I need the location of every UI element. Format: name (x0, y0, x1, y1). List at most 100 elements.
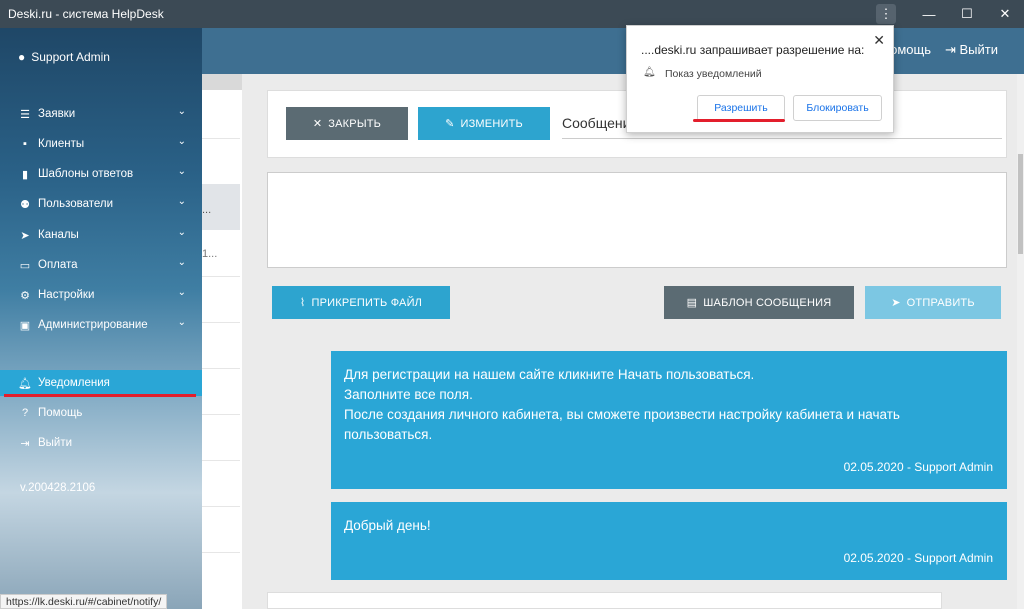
window-titlebar: Deski.ru - система HelpDesk ⋮ — ☐ ✕ (0, 0, 1024, 28)
sidebar-item-label: Пользователи (38, 198, 114, 210)
send-icon: ➤ (20, 229, 30, 242)
sidebar-item-label: Каналы (38, 229, 79, 241)
sidebar-item-payment[interactable]: ▭ Оплата ⌄ (0, 254, 202, 276)
reply-textarea[interactable] (267, 172, 1007, 268)
sidebar-item-label: Помощь (38, 407, 83, 419)
sidebar-user[interactable]: ● Support Admin (18, 50, 110, 64)
edit-ticket-button[interactable]: ✎ ИЗМЕНИТЬ (418, 107, 550, 140)
sidebar-item-settings[interactable]: ⚙ Настройки ⌄ (0, 284, 202, 306)
sidebar-item-label: Оплата (38, 259, 78, 271)
sidebar-item-label: Выйти (38, 437, 73, 449)
sidebar-item-logout[interactable]: ⇥ Выйти (0, 432, 202, 454)
sidebar-item-label: Клиенты (38, 138, 85, 150)
contact-icon: ▪ (23, 138, 27, 150)
close-ticket-button[interactable]: ✕ ЗАКРЫТЬ (286, 107, 408, 140)
page-scrollbar[interactable] (1017, 74, 1024, 609)
close-ticket-label: ЗАКРЫТЬ (328, 117, 382, 130)
browser-menu-icon[interactable]: ⋮ (876, 4, 896, 24)
message-bubble: Добрый день! 02.05.2020 - Support Admin (331, 502, 1007, 580)
list-item-text: ... (202, 204, 212, 216)
bell-icon: 🔔︎ (643, 67, 656, 78)
status-url: https://lk.deski.ru/#/cabinet/notify/ (0, 594, 168, 609)
message-meta: 02.05.2020 - Support Admin (843, 460, 993, 474)
gear-icon: ⚙ (20, 289, 30, 302)
close-icon[interactable]: ✕ (873, 32, 885, 49)
logout-icon: ⇥ (944, 42, 960, 57)
message-line: Добрый день! (344, 518, 431, 533)
document-icon: ▤ (686, 297, 698, 309)
sidebar-item-label: Уведомления (38, 377, 110, 389)
sidebar-item-label: Шаблоны ответов (38, 168, 134, 180)
app-header: омощь ⇥ Выйти (201, 28, 1024, 74)
allow-button[interactable]: Разрешить (697, 95, 785, 121)
sidebar-item-label: Настройки (38, 289, 95, 301)
popup-description: Показ уведомлений (665, 68, 762, 80)
bottom-panel (267, 592, 942, 609)
chevron-down-icon: ⌄ (177, 136, 186, 147)
chevron-down-icon: ⌄ (177, 227, 186, 238)
divider (202, 552, 240, 553)
popup-title: ....deski.ru запрашивает разрешение на: (641, 43, 865, 57)
divider (202, 138, 240, 139)
logout-link[interactable]: ⇥ Выйти (945, 42, 998, 58)
maximize-button[interactable]: ☐ (948, 0, 986, 28)
chevron-down-icon: ⌄ (177, 257, 186, 268)
divider (202, 368, 240, 369)
list-item-text: 1... (202, 248, 218, 260)
block-button[interactable]: Блокировать (793, 95, 882, 121)
sidebar-item-label: Администрирование (38, 319, 148, 331)
send-button[interactable]: ➤ ОТПРАВИТЬ (865, 286, 1001, 319)
divider (202, 506, 240, 507)
help-link[interactable]: омощь (890, 42, 931, 58)
sidebar-item-notifications[interactable]: 🔔︎ Уведомления (0, 370, 202, 396)
divider (562, 138, 1002, 139)
message-template-button[interactable]: ▤ ШАБЛОН СООБЩЕНИЯ (664, 286, 854, 319)
chevron-down-icon: ⌄ (177, 317, 186, 328)
message-bubble: Для регистрации на нашем сайте кликните … (331, 351, 1007, 489)
close-window-button[interactable]: ✕ (986, 0, 1024, 28)
sidebar-item-help[interactable]: ? Помощь (0, 402, 202, 424)
minimize-button[interactable]: — (910, 0, 948, 28)
message-line: После создания личного кабинета, вы смож… (344, 407, 900, 422)
logout-label: Выйти (959, 42, 999, 57)
lock-icon: ▣ (19, 319, 31, 332)
app-version: v.200428.2106 (20, 482, 96, 494)
window-controls: ⋮ — ☐ ✕ (876, 0, 1024, 28)
users-icon: ⚉ (20, 198, 30, 211)
sidebar-item-clients[interactable]: ▪ Клиенты ⌄ (0, 133, 202, 155)
ticket-list: ... 1... (202, 90, 242, 609)
list-icon: ☰ (20, 108, 30, 121)
message-line: Заполните все поля. (344, 387, 473, 402)
edit-ticket-label: ИЗМЕНИТЬ (460, 117, 523, 130)
message-heading: Сообщени (562, 115, 631, 131)
sidebar-item-templates[interactable]: ▮ Шаблоны ответов ⌄ (0, 163, 202, 185)
paperclip-icon: ⌇ (299, 297, 306, 309)
user-icon: ● (18, 50, 26, 64)
card-icon: ▭ (19, 259, 31, 272)
question-icon: ? (21, 407, 29, 419)
chevron-down-icon: ⌄ (177, 166, 186, 177)
sidebar-item-channels[interactable]: ➤ Каналы ⌄ (0, 224, 202, 246)
message-text: Добрый день! (344, 516, 984, 536)
divider (202, 460, 240, 461)
sidebar-item-administration[interactable]: ▣ Администрирование ⌄ (0, 314, 202, 336)
chevron-down-icon: ⌄ (177, 287, 186, 298)
annotation-underline (693, 119, 785, 122)
sidebar-item-tickets[interactable]: ☰ Заявки ⌄ (0, 103, 202, 125)
bell-icon: 🔔︎ (18, 377, 32, 390)
scrollbar-thumb[interactable] (1018, 154, 1023, 254)
divider (202, 322, 240, 323)
sidebar-item-users[interactable]: ⚉ Пользователи ⌄ (0, 193, 202, 215)
chevron-down-icon: ⌄ (177, 196, 186, 207)
message-line: Для регистрации на нашем сайте кликните … (344, 367, 755, 382)
attach-file-button[interactable]: ⌇ ПРИКРЕПИТЬ ФАЙЛ (272, 286, 450, 319)
sidebar: ● Support Admin ☰ Заявки ⌄ ▪ Клиенты ⌄ ▮… (0, 28, 202, 609)
message-meta: 02.05.2020 - Support Admin (843, 551, 993, 565)
divider (202, 276, 240, 277)
message-line: пользоваться. (344, 427, 433, 442)
annotation-underline (4, 394, 196, 397)
logout-icon: ⇥ (20, 437, 30, 450)
close-icon: ✕ (312, 118, 323, 130)
user-name: Support Admin (31, 50, 110, 64)
notification-permission-popup: ....deski.ru запрашивает разрешение на: … (626, 25, 894, 133)
